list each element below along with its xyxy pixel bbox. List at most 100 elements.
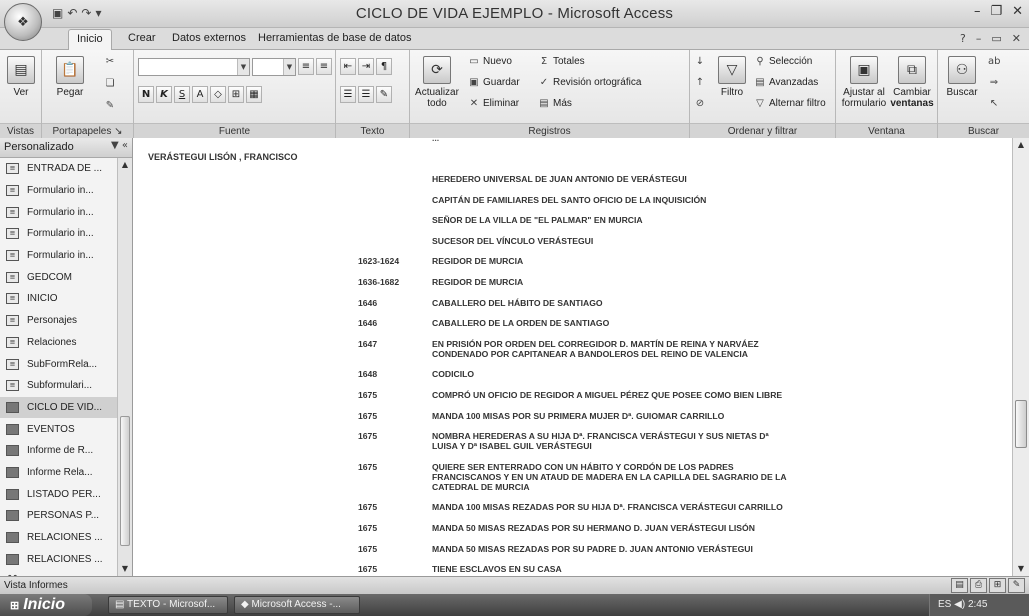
tab-crear[interactable]: Crear: [128, 32, 156, 44]
replace-button[interactable]: ab: [988, 56, 1000, 67]
nav-scrollbar[interactable]: ▲ ▼: [117, 158, 132, 576]
ver-button[interactable]: ▤ Ver: [6, 56, 36, 98]
revision-button[interactable]: ✓ Revisión ortográfica: [538, 77, 642, 88]
avanzadas-button[interactable]: ▤ Avanzadas: [754, 77, 818, 88]
totales-button[interactable]: Σ Totales: [538, 56, 585, 67]
guardar-button[interactable]: ▣ Guardar: [468, 77, 519, 88]
group-ordenar: ↓ ↑ ⊘ ▽ Filtro ⚲ Selección ▤ Avanzadas ▽ Al…: [690, 50, 836, 138]
report-scroll-thumb[interactable]: [1015, 400, 1027, 448]
numbered-list-icon[interactable]: ☰: [340, 86, 356, 103]
cut-button[interactable]: ✂: [104, 56, 116, 67]
nav-item-form[interactable]: ≡ Relaciones: [0, 332, 118, 354]
nav-item-form[interactable]: ≡ Formulario in...: [0, 201, 118, 223]
nav-scroll-thumb[interactable]: [120, 416, 130, 546]
brush-icon: ✎: [105, 100, 115, 111]
restore-icon[interactable]: ❐: [990, 4, 1002, 19]
sort-asc-button[interactable]: ↓: [694, 56, 706, 67]
nav-item-report[interactable]: RELACIONES ...: [0, 527, 118, 549]
nav-item-form[interactable]: ≡ GEDCOM: [0, 266, 118, 288]
pegar-button[interactable]: 📋 Pegar: [50, 56, 90, 98]
nav-item-form[interactable]: ≡ Formulario in...: [0, 245, 118, 267]
tab-datos-externos[interactable]: Datos externos: [172, 32, 246, 44]
nav-item-report[interactable]: Informe Rela...: [0, 462, 118, 484]
bullet-list-icon[interactable]: ☰: [358, 86, 374, 103]
font-color-button[interactable]: A: [192, 86, 208, 103]
chevron-down-icon[interactable]: ▼: [111, 140, 119, 151]
nav-item-report[interactable]: RELACIONES ...: [0, 548, 118, 570]
cambiar-ventanas-button[interactable]: ⧉ Cambiar ventanas: [890, 56, 934, 109]
nav-item-report[interactable]: Informe de R...: [0, 440, 118, 462]
copy-button[interactable]: ❏: [104, 78, 116, 89]
bold-button[interactable]: N: [138, 86, 154, 103]
nav-item-form[interactable]: ≡ ENTRADA DE ...: [0, 158, 118, 180]
increase-indent-icon[interactable]: ⇥: [358, 58, 374, 75]
print-preview-icon[interactable]: ⎙: [970, 578, 987, 593]
window-title: CICLO DE VIDA EJEMPLO - Microsoft Access: [355, 5, 674, 22]
help-icon[interactable]: ?: [960, 32, 966, 45]
select-button[interactable]: ↖: [988, 98, 1000, 109]
nav-item-report[interactable]: EVENTOS: [0, 418, 118, 440]
fill-color-icon[interactable]: ◇: [210, 86, 226, 103]
align-left-icon[interactable]: ≡: [298, 58, 314, 75]
nav-item-label: Informe Rela...: [27, 466, 93, 478]
tab-herramientas[interactable]: Herramientas de base de datos: [258, 32, 411, 44]
doc-restore-icon[interactable]: ▭: [991, 32, 1001, 45]
nav-item-form[interactable]: ≡ Formulario in...: [0, 180, 118, 202]
clear-sort-button[interactable]: ⊘: [694, 98, 706, 109]
scroll-up-icon[interactable]: ▲: [1014, 138, 1028, 152]
gridlines-icon[interactable]: ⊞: [228, 86, 244, 103]
highlight-icon[interactable]: ✎: [376, 86, 392, 103]
doc-close-icon[interactable]: ✕: [1012, 32, 1021, 45]
scroll-down-icon[interactable]: ▼: [118, 562, 132, 576]
decrease-indent-icon[interactable]: ⇤: [340, 58, 356, 75]
nav-item-report[interactable]: LISTADO PER...: [0, 483, 118, 505]
underline-button[interactable]: S: [174, 86, 190, 103]
font-size-combo[interactable]: ▼: [252, 58, 296, 76]
alt-fill-icon[interactable]: ▦: [246, 86, 262, 103]
nuevo-button[interactable]: ▭ Nuevo: [468, 56, 512, 67]
language-indicator[interactable]: ES: [938, 599, 951, 610]
nav-item-form[interactable]: ≡ Subformulari...: [0, 375, 118, 397]
tab-inicio[interactable]: Inicio: [68, 29, 112, 51]
layout-view-icon[interactable]: ⊞: [989, 578, 1006, 593]
italic-button[interactable]: K: [156, 86, 172, 103]
minimize-icon[interactable]: –: [974, 4, 981, 19]
nav-item-form[interactable]: ≡ Formulario in...: [0, 223, 118, 245]
goto-button[interactable]: ⇒: [988, 77, 1000, 88]
report-scrollbar[interactable]: ▲ ▼: [1012, 138, 1029, 576]
collapse-pane-icon[interactable]: «: [122, 140, 128, 151]
form-icon: ≡: [6, 206, 19, 218]
rtl-icon[interactable]: ¶: [376, 58, 392, 75]
format-painter-button[interactable]: ✎: [104, 100, 116, 111]
dialog-launcher-icon[interactable]: ↘: [114, 126, 122, 137]
doc-minimize-icon[interactable]: –: [976, 32, 982, 45]
nav-item-form[interactable]: ≡ INICIO: [0, 288, 118, 310]
seleccion-button[interactable]: ⚲ Selección: [754, 56, 812, 67]
close-icon[interactable]: ✕: [1012, 4, 1023, 19]
task-texto[interactable]: ▤ TEXTO - Microsof...: [108, 596, 228, 614]
font-name-combo[interactable]: ▼: [138, 58, 250, 76]
status-text: Vista Informes: [4, 580, 68, 591]
volume-icon[interactable]: ◀): [954, 599, 968, 610]
task-access[interactable]: ◆ Microsoft Access -...: [234, 596, 360, 614]
align-center-icon[interactable]: ≡: [316, 58, 332, 75]
eliminar-button[interactable]: ✕ Eliminar: [468, 98, 519, 109]
actualizar-button[interactable]: ⟳ Actualizar todo: [414, 56, 460, 109]
start-button[interactable]: ⊞ Inicio: [0, 594, 92, 616]
buscar-button[interactable]: ⚇ Buscar: [942, 56, 982, 98]
nav-item-form[interactable]: ≡ Personajes: [0, 310, 118, 332]
report-view-icon[interactable]: ▤: [951, 578, 968, 593]
design-view-icon[interactable]: ✎: [1008, 578, 1025, 593]
office-button[interactable]: ❖: [4, 3, 42, 41]
scroll-down-icon[interactable]: ▼: [1014, 562, 1028, 576]
nav-item-report[interactable]: PERSONAS P...: [0, 505, 118, 527]
mas-button[interactable]: ▤ Más: [538, 98, 572, 109]
nav-item-form[interactable]: ≡ SubFormRela...: [0, 353, 118, 375]
nav-item-report[interactable]: CICLO DE VID...: [0, 396, 118, 419]
filtro-button[interactable]: ▽ Filtro: [714, 56, 750, 98]
nav-header[interactable]: Personalizado ▼ «: [0, 138, 132, 158]
scroll-up-icon[interactable]: ▲: [118, 158, 132, 172]
sort-desc-button[interactable]: ↑: [694, 77, 706, 88]
alternar-filtro-button[interactable]: ▽ Alternar filtro: [754, 98, 826, 109]
ajustar-button[interactable]: ▣ Ajustar al formulario: [840, 56, 888, 109]
